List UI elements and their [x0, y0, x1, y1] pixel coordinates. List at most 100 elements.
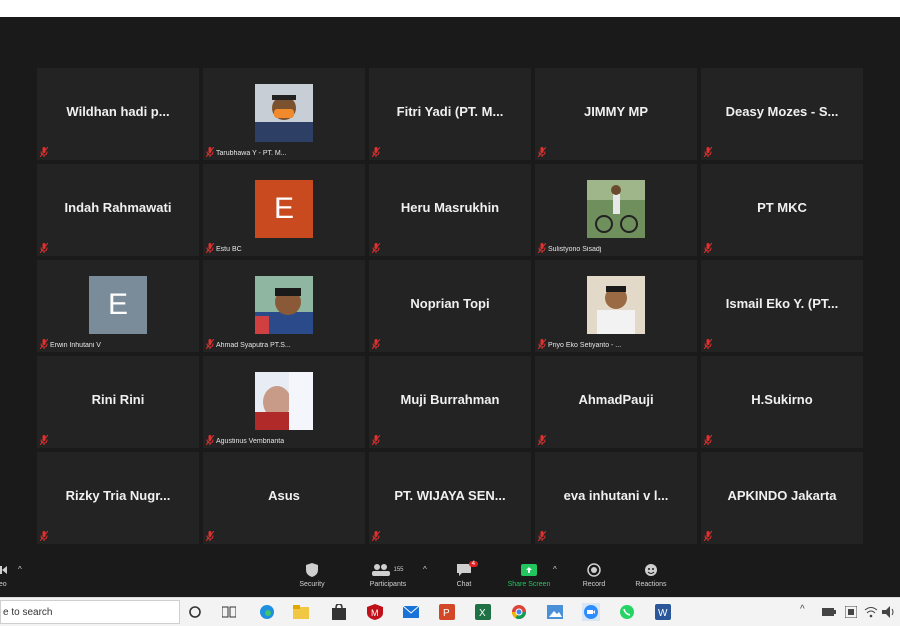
battery-icon[interactable] [820, 603, 838, 621]
participant-tile[interactable]: Asus [203, 452, 365, 544]
cortana-icon[interactable] [186, 603, 204, 621]
volume-icon[interactable] [880, 603, 898, 621]
whatsapp-icon[interactable] [618, 603, 636, 621]
participant-tile[interactable]: PT. WIJAYA SEN... [369, 452, 531, 544]
participants-button[interactable]: 155 Participants [358, 559, 418, 588]
store-icon[interactable] [330, 603, 348, 621]
participant-label: Priyo Eko Setiyanto - ... [548, 342, 622, 349]
participant-tile[interactable]: Sulistyono Sisadj [535, 164, 697, 256]
svg-text:W: W [658, 608, 668, 619]
chat-icon: 4 [434, 559, 494, 581]
muted-mic-icon [40, 339, 48, 349]
video-button[interactable]: ideo [0, 559, 30, 588]
share-screen-button[interactable]: Share Screen [499, 559, 559, 588]
security-label: Security [299, 581, 325, 588]
participant-tile[interactable]: Heru Masrukhin [369, 164, 531, 256]
participant-name: APKINDO Jakarta [727, 488, 837, 503]
chat-button[interactable]: 4 Chat [434, 559, 494, 588]
tray-overflow-icon[interactable]: ^ [800, 604, 805, 615]
participant-name: AhmadPauji [578, 392, 654, 407]
file-explorer-icon[interactable] [292, 603, 310, 621]
excel-icon[interactable]: X [474, 603, 492, 621]
share-options-caret[interactable]: ^ [553, 565, 557, 574]
muted-mic-icon [704, 147, 712, 157]
participants-options-caret[interactable]: ^ [423, 565, 427, 574]
participant-name: Heru Masrukhin [400, 200, 500, 215]
participant-name: Wildhan hadi p... [66, 104, 170, 119]
participant-tile[interactable]: JIMMY MP [535, 68, 697, 160]
muted-mic-icon [40, 435, 48, 445]
mcafee-icon[interactable]: M [366, 603, 384, 621]
participant-tile[interactable]: AhmadPauji [535, 356, 697, 448]
chat-label: Chat [456, 581, 472, 588]
record-label: Record [582, 581, 606, 588]
svg-text:X: X [479, 608, 486, 619]
participant-name: Indah Rahmawati [64, 200, 172, 215]
chrome-icon[interactable] [510, 603, 528, 621]
wifi-icon[interactable] [862, 603, 880, 621]
security-button[interactable]: Security [282, 559, 342, 588]
participant-tile[interactable]: Ahmad Syaputra PT.S... [203, 260, 365, 352]
participant-tile[interactable]: APKINDO Jakarta [701, 452, 863, 544]
participant-tile[interactable]: Agustinus Vembrianta [203, 356, 365, 448]
avatar-letter: E [89, 276, 147, 334]
muted-mic-icon [206, 531, 214, 541]
muted-mic-icon [40, 243, 48, 253]
reactions-button[interactable]: Reactions [621, 559, 681, 588]
muted-mic-icon [372, 243, 380, 253]
participant-tile[interactable]: Deasy Mozes - S... [701, 68, 863, 160]
record-button[interactable]: Record [564, 559, 624, 588]
muted-mic-icon [40, 147, 48, 157]
svg-text:M: M [371, 608, 379, 618]
participant-name: Rini Rini [91, 392, 145, 407]
participant-name: eva inhutani v l... [563, 488, 669, 503]
participant-tile[interactable]: Ismail Eko Y. (PT... [701, 260, 863, 352]
participant-label: Erwin Inhutani V [50, 342, 101, 349]
mail-icon[interactable] [402, 603, 420, 621]
muted-mic-icon [206, 147, 214, 157]
participant-tile[interactable]: Fitri Yadi (PT. M... [369, 68, 531, 160]
task-view-icon[interactable] [220, 603, 238, 621]
photos-icon[interactable] [546, 603, 564, 621]
muted-mic-icon [538, 435, 546, 445]
muted-mic-icon [538, 243, 546, 253]
participant-tile[interactable]: E Estu BC [203, 164, 365, 256]
participant-tile[interactable]: PT MKC [701, 164, 863, 256]
windows-taskbar: e to search M P X W ^ [0, 597, 900, 626]
search-placeholder: e to search [3, 607, 53, 618]
muted-mic-icon [704, 531, 712, 541]
taskbar-search-box[interactable]: e to search [0, 600, 180, 624]
participant-tile[interactable]: Indah Rahmawati [37, 164, 199, 256]
edge-browser-icon[interactable] [258, 603, 276, 621]
participant-tile[interactable]: Noprian Topi [369, 260, 531, 352]
share-screen-icon [499, 559, 559, 581]
video-options-caret[interactable]: ^ [18, 565, 22, 574]
participant-video-thumbnail [255, 372, 313, 430]
powerpoint-icon[interactable]: P [438, 603, 456, 621]
participant-name: PT. WIJAYA SEN... [394, 488, 506, 503]
muted-mic-icon [372, 147, 380, 157]
muted-mic-icon [704, 243, 712, 253]
participant-name: H.Sukirno [751, 392, 813, 407]
muted-mic-icon [40, 531, 48, 541]
participant-tile[interactable]: Muji Burrahman [369, 356, 531, 448]
zoom-app-icon[interactable] [582, 603, 600, 621]
word-icon[interactable]: W [654, 603, 672, 621]
tray-app-icon[interactable] [842, 603, 860, 621]
participant-tile[interactable]: Wildhan hadi p... [37, 68, 199, 160]
participant-name: Noprian Topi [410, 296, 490, 311]
participant-name: Rizky Tria Nugr... [65, 488, 171, 503]
muted-mic-icon [704, 339, 712, 349]
participant-tile[interactable]: eva inhutani v l... [535, 452, 697, 544]
record-icon [564, 559, 624, 581]
muted-mic-icon [372, 531, 380, 541]
participant-tile[interactable]: E Erwin Inhutani V [37, 260, 199, 352]
participant-tile[interactable]: Tarubhawa Y - PT. M... [203, 68, 365, 160]
participant-video-thumbnail [587, 180, 645, 238]
participant-tile[interactable]: Priyo Eko Setiyanto - ... [535, 260, 697, 352]
participant-tile[interactable]: Rizky Tria Nugr... [37, 452, 199, 544]
meeting-toolbar: ideo ^ Security 155 Participants ^ 4 Cha… [0, 557, 900, 597]
shield-icon [282, 559, 342, 581]
participant-tile[interactable]: H.Sukirno [701, 356, 863, 448]
participant-tile[interactable]: Rini Rini [37, 356, 199, 448]
